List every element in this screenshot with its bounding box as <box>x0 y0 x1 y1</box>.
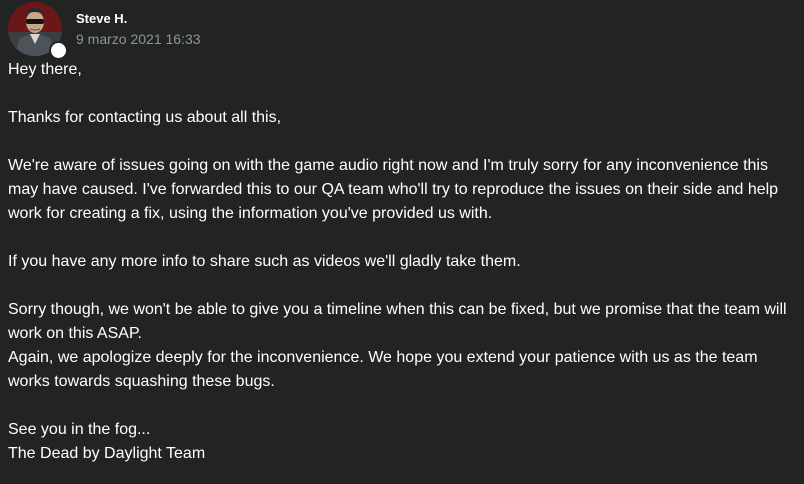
message-line: Sorry though, we won't be able to give y… <box>8 301 787 318</box>
message-line: may have caused. I've forwarded this to … <box>8 181 779 198</box>
message-line: See you in the fog... <box>8 421 151 438</box>
message-line: We're aware of issues going on with the … <box>8 157 768 174</box>
message-line: works towards squashing these bugs. <box>8 373 275 390</box>
avatar-container[interactable] <box>8 2 68 60</box>
message-line: work for creating a fix, using the infor… <box>8 205 493 222</box>
message-body: Hey there, Thanks for contacting us abou… <box>8 58 798 466</box>
message-line: work on this ASAP. <box>8 325 142 342</box>
author-name[interactable]: Steve H. <box>76 11 127 26</box>
message-header: Steve H. 9 marzo 2021 16:33 <box>8 2 408 60</box>
message-line: Thanks for contacting us about all this, <box>8 109 282 126</box>
message-line: The Dead by Daylight Team <box>8 445 206 462</box>
message-card: Steve H. 9 marzo 2021 16:33 Hey there, T… <box>0 0 804 484</box>
message-line: Hey there, <box>8 61 82 78</box>
message-line: Again, we apologize deeply for the incon… <box>8 349 758 366</box>
message-line: If you have any more info to share such … <box>8 253 521 270</box>
message-timestamp: 9 marzo 2021 16:33 <box>76 31 201 47</box>
